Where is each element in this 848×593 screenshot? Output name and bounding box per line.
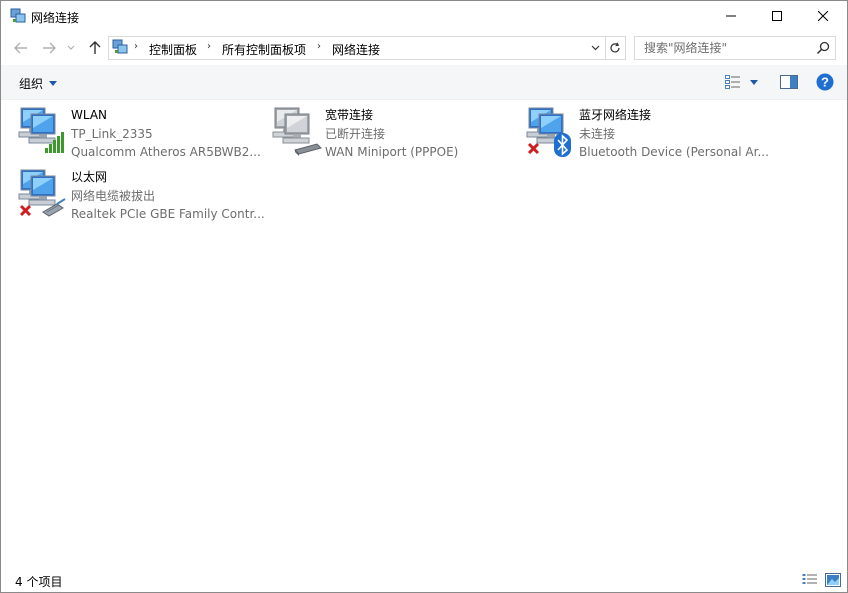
- close-button[interactable]: [800, 1, 846, 31]
- connection-item-wlan[interactable]: WLAN TP_Link_2335 Qualcomm Atheros AR5BW…: [17, 106, 267, 162]
- svg-text:?: ?: [821, 75, 829, 90]
- item-count: 4 个项目: [15, 573, 62, 590]
- control-panel-icon: [112, 39, 128, 55]
- command-bar: 组织 ?: [1, 65, 847, 100]
- connection-status: 未连接: [579, 125, 775, 144]
- forward-button[interactable]: [39, 39, 59, 57]
- up-arrow-icon: [89, 41, 101, 55]
- wifi-connection-icon: [17, 106, 69, 158]
- connection-name: 蓝牙网络连接: [579, 106, 775, 125]
- breadcrumb-separator[interactable]: ›: [134, 41, 138, 52]
- organize-label: 组织: [19, 75, 43, 92]
- up-button[interactable]: [85, 39, 105, 57]
- minimize-icon: [726, 11, 736, 21]
- close-icon: [818, 11, 828, 21]
- refresh-button[interactable]: [604, 36, 626, 60]
- maximize-icon: [772, 11, 782, 21]
- large-icons-view-icon[interactable]: [825, 573, 841, 587]
- chevron-down-icon: [67, 45, 75, 51]
- preview-pane-icon[interactable]: [780, 75, 798, 89]
- connection-status: 已断开连接: [325, 125, 521, 144]
- search-box[interactable]: [634, 36, 836, 60]
- window-title: 网络连接: [31, 9, 79, 26]
- recent-locations-button[interactable]: [64, 39, 78, 57]
- connection-status: TP_Link_2335: [71, 125, 267, 144]
- forward-arrow-icon: [42, 42, 56, 54]
- chevron-down-icon: [591, 45, 600, 51]
- connection-device: Realtek PCIe GBE Family Contr...: [71, 205, 267, 224]
- ethernet-connection-icon: [17, 168, 69, 220]
- connection-item-bluetooth[interactable]: 蓝牙网络连接 未连接 Bluetooth Device (Personal Ar…: [525, 106, 775, 162]
- bluetooth-connection-icon: [525, 106, 577, 158]
- connection-name: WLAN: [71, 106, 267, 125]
- organize-menu-button[interactable]: 组织: [19, 75, 57, 92]
- breadcrumb-control-panel[interactable]: 控制面板: [149, 41, 197, 58]
- connection-status: 网络电缆被拔出: [71, 187, 267, 206]
- connection-name: 宽带连接: [325, 106, 521, 125]
- refresh-icon: [609, 42, 621, 54]
- connection-item-ethernet[interactable]: 以太网 网络电缆被拔出 Realtek PCIe GBE Family Cont…: [17, 168, 267, 224]
- breadcrumb-network-connections[interactable]: 网络连接: [332, 41, 380, 58]
- connection-device: Qualcomm Atheros AR5BWB2...: [71, 143, 267, 162]
- back-button[interactable]: [11, 39, 31, 57]
- network-connections-window: 网络连接 › 控制面板 › 所有控制面板项 › 网络连接: [0, 0, 848, 593]
- maximize-button[interactable]: [754, 1, 800, 31]
- connection-device: WAN Miniport (PPPOE): [325, 143, 521, 162]
- title-bar: 网络连接: [1, 1, 847, 31]
- connection-device: Bluetooth Device (Personal Ar...: [579, 143, 775, 162]
- search-input[interactable]: [635, 37, 814, 59]
- breadcrumb-separator[interactable]: ›: [207, 41, 211, 52]
- minimize-button[interactable]: [708, 1, 754, 31]
- breadcrumb-separator[interactable]: ›: [317, 41, 321, 52]
- connection-name: 以太网: [71, 168, 267, 187]
- breadcrumb-all-control-panel-items[interactable]: 所有控制面板项: [222, 41, 306, 58]
- connection-item-broadband[interactable]: 宽带连接 已断开连接 WAN Miniport (PPPOE): [271, 106, 521, 162]
- details-view-icon[interactable]: [802, 573, 818, 587]
- caret-down-icon[interactable]: [749, 77, 759, 87]
- network-connections-app-icon: [10, 8, 26, 24]
- change-view-icon[interactable]: [725, 75, 741, 89]
- search-icon[interactable]: [815, 40, 831, 56]
- status-bar: 4 个项目: [1, 567, 847, 592]
- help-icon[interactable]: ?: [816, 73, 834, 91]
- back-arrow-icon: [14, 42, 28, 54]
- address-history-button[interactable]: [587, 37, 603, 59]
- caret-down-icon: [49, 81, 57, 86]
- address-bar[interactable]: › 控制面板 › 所有控制面板项 › 网络连接: [108, 36, 606, 60]
- broadband-connection-icon: [271, 106, 323, 158]
